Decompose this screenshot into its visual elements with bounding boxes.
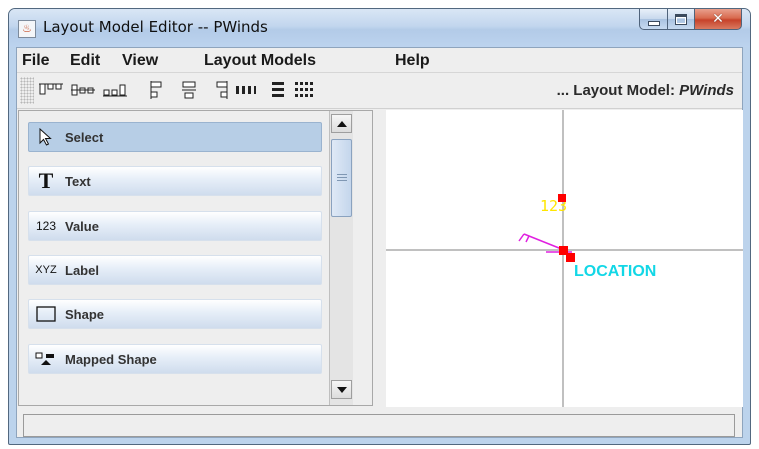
thumb-grip	[337, 174, 347, 175]
scroll-down-button[interactable]	[331, 380, 352, 399]
window-title: Layout Model Editor -- PWinds	[43, 18, 268, 36]
mapped-shape-icon	[33, 351, 59, 367]
align-bottom-icon[interactable]	[101, 78, 129, 102]
menu-edit[interactable]: Edit	[70, 52, 100, 70]
java-app-icon: ♨	[18, 20, 36, 38]
application-window: ♨ Layout Model Editor -- PWinds ✕ File E…	[8, 8, 751, 445]
value-glyph: 123	[35, 219, 57, 233]
scroll-up-button[interactable]	[331, 114, 352, 133]
close-icon: ✕	[712, 11, 724, 27]
palette-label: Text	[65, 173, 91, 189]
layout-model-prefix: ... Layout Model:	[556, 82, 680, 99]
menu-help[interactable]: Help	[395, 52, 430, 70]
palette-label: Mapped Shape	[65, 351, 157, 367]
layout-model-name: PWinds	[679, 82, 734, 99]
palette-mapped-shape-button[interactable]: Mapped Shape	[28, 344, 322, 374]
palette-value-button[interactable]: 123 Value	[28, 211, 322, 241]
menu-file[interactable]: File	[22, 52, 50, 70]
triangle-down-icon	[336, 386, 347, 393]
scroll-thumb[interactable]	[331, 139, 352, 217]
align-top-icon[interactable]	[37, 78, 65, 102]
text-t-icon: T	[33, 168, 59, 194]
menu-layout-models[interactable]: Layout Models	[204, 52, 316, 70]
label-handle[interactable]	[566, 253, 575, 262]
palette-label: Select	[65, 129, 104, 145]
status-bar	[23, 414, 735, 437]
palette-label-button[interactable]: XYZ Label	[28, 255, 322, 285]
label-icon: XYZ	[33, 264, 59, 276]
palette-shape-button[interactable]: Shape	[28, 299, 322, 329]
thumb-grip	[337, 180, 347, 181]
menu-view[interactable]: View	[122, 52, 158, 70]
palette-panel: Select T Text 123 Value XYZ Label Shape …	[18, 110, 373, 406]
toolbar-grip[interactable]	[20, 77, 34, 104]
thumb-grip	[337, 177, 347, 178]
palette-label: Label	[65, 262, 99, 278]
maximize-button[interactable]	[668, 9, 695, 30]
window-controls: ✕	[639, 9, 742, 31]
label-glyph: XYZ	[35, 264, 57, 276]
triangle-up-icon	[336, 120, 347, 127]
maximize-icon	[675, 13, 687, 25]
canvas-drawing: 123 LOCATION	[386, 110, 743, 407]
align-right-icon[interactable]	[207, 78, 235, 102]
value-icon: 123	[33, 219, 59, 233]
palette-text-button[interactable]: T Text	[28, 166, 322, 196]
toolbar: ... Layout Model: PWinds	[17, 73, 742, 109]
title-bar[interactable]: ♨ Layout Model Editor -- PWinds ✕	[9, 9, 750, 47]
location-label-text[interactable]: LOCATION	[574, 263, 656, 280]
rectangle-icon	[33, 306, 59, 322]
layout-canvas[interactable]: 123 LOCATION	[386, 110, 743, 407]
palette-label: Shape	[65, 306, 105, 322]
distribute-horizontal-icon[interactable]	[232, 78, 260, 102]
palette-select-button[interactable]: Select	[28, 122, 322, 152]
align-left-icon[interactable]	[143, 78, 171, 102]
minimize-button[interactable]	[639, 9, 668, 30]
menu-bar: File Edit View Layout Models Help	[17, 48, 742, 73]
client-area: File Edit View Layout Models Help ... La…	[16, 47, 743, 438]
arrow-cursor-icon	[33, 128, 59, 146]
distribute-vertical-icon[interactable]	[264, 78, 292, 102]
palette-scrollbar[interactable]	[329, 111, 353, 405]
align-vcenter-icon[interactable]	[69, 78, 97, 102]
text-t-glyph: T	[38, 168, 54, 193]
grid-icon[interactable]	[290, 78, 318, 102]
close-button[interactable]: ✕	[695, 9, 742, 30]
palette-label: Value	[65, 218, 99, 234]
value-handle[interactable]	[558, 194, 566, 202]
align-hcenter-icon[interactable]	[175, 78, 203, 102]
layout-model-indicator: ... Layout Model: PWinds	[557, 82, 734, 99]
minimize-icon	[647, 20, 660, 26]
